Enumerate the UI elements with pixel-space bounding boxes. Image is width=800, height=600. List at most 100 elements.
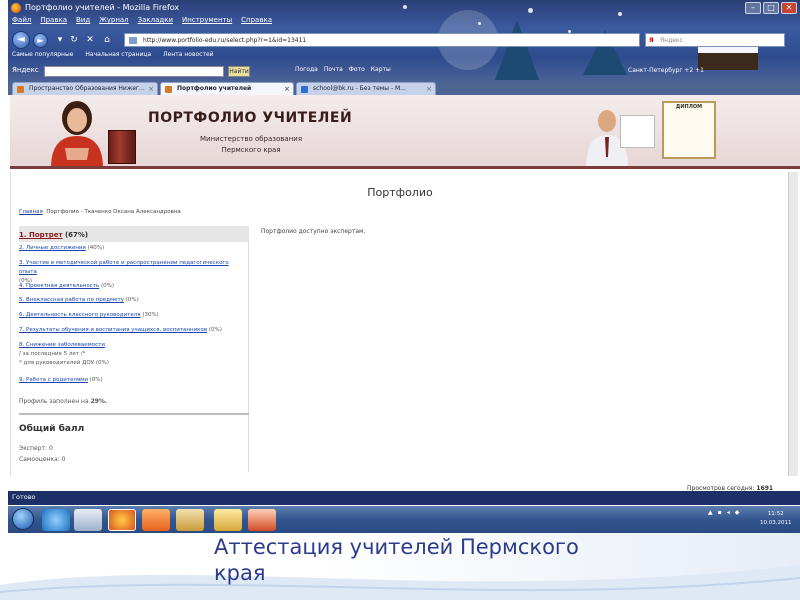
tab-favicon-icon [165, 86, 172, 93]
app-icon[interactable] [142, 509, 170, 531]
powerpoint-icon[interactable] [248, 509, 276, 531]
back-button[interactable]: ◄ [12, 31, 30, 49]
history-dropdown-icon[interactable]: ▾ [54, 34, 66, 46]
tool-weather[interactable]: Погода [295, 66, 318, 78]
breadcrumb-home-link[interactable]: Главная [19, 209, 43, 215]
self-score: Самооценка: 0 [19, 456, 66, 463]
section-link[interactable]: 6. Деятельность классного руководителя [19, 312, 141, 318]
section-link[interactable]: 4. Проектная деятельность [19, 283, 99, 289]
section-percent: (0%) [208, 327, 222, 333]
firefox-taskbar-icon[interactable] [108, 509, 136, 531]
menu-tools[interactable]: Инструменты [182, 16, 232, 28]
tab-portfolio[interactable]: Портфолио учителей × [160, 82, 294, 95]
menu-edit[interactable]: Правка [40, 16, 67, 28]
window-title: Портфолио учителей - Mozilla Firefox [25, 3, 180, 12]
menu-help[interactable]: Справка [241, 16, 272, 28]
section-link[interactable]: 8. Снижение заболеваемости [19, 342, 105, 348]
section-link[interactable]: 3. Участие в методической работе и распр… [19, 260, 229, 275]
tab-label: Пространство Образования Нижег... [29, 85, 145, 92]
clock[interactable]: 11:52 10.03.2011 [760, 510, 792, 528]
section-link[interactable]: 7. Результаты обучения и воспитания учащ… [19, 327, 207, 333]
section-percent: (0%) [100, 283, 114, 289]
section-item: 4. Проектная деятельность (0%) [19, 282, 114, 291]
close-tab-icon[interactable]: × [148, 83, 154, 95]
start-button[interactable] [12, 508, 34, 530]
page-title: Портфолио [367, 186, 433, 199]
menu-history[interactable]: Журнал [99, 16, 128, 28]
back-arrow-icon: ◄ [17, 34, 25, 45]
tab-favicon-icon [301, 86, 308, 93]
section-percent: (40%) [87, 245, 105, 251]
slide-caption: Аттестация учителей Пермского края [214, 535, 579, 585]
folder-icon[interactable] [214, 509, 242, 531]
tool-mail[interactable]: Почта [324, 66, 343, 78]
section-percent: (0%) [125, 297, 139, 303]
bookmarks-bar: Самые популярные Начальная страница Лент… [8, 51, 214, 63]
stop-icon[interactable]: ✕ [84, 34, 96, 46]
profile-value: 29%. [90, 398, 108, 405]
ministry-text: Министерство образования [200, 135, 303, 143]
section-link[interactable]: 5. Внеклассная работа по предмету [19, 297, 124, 303]
navigation-bar: ◄ ► ▾ ↻ ✕ ⌂ http://www.portfolio-edu.ru/… [8, 30, 800, 50]
menu-file[interactable]: Файл [12, 16, 31, 28]
snowflake [478, 22, 481, 25]
menu-view[interactable]: Вид [76, 16, 90, 28]
bookmark-news-feed[interactable]: Лента новостей [163, 51, 213, 63]
diploma-text: ДИПЛОМ [675, 104, 703, 110]
close-tab-icon[interactable]: × [284, 83, 290, 95]
tab-mail[interactable]: school@bk.ru - Без темы - М... × [296, 82, 436, 95]
section-item: 9. Работа с родителями (0%) [19, 376, 103, 385]
home-icon[interactable]: ⌂ [101, 34, 113, 46]
section-link[interactable]: 9. Работа с родителями [19, 377, 88, 383]
divider [19, 413, 249, 415]
browser-window: Портфолио учителей - Mozilla Firefox – □… [8, 0, 800, 533]
section-item: 5. Внеклассная работа по предмету (0%) [19, 296, 139, 305]
expert-score: Эксперт: 0 [19, 445, 53, 452]
yandex-logo[interactable]: Яндекс [12, 66, 39, 74]
menu-bar: Файл Правка Вид Журнал Закладки Инструме… [8, 16, 272, 28]
minimize-button[interactable]: – [745, 2, 761, 14]
region-text: Пермского края [221, 146, 281, 154]
paint-icon[interactable] [176, 509, 204, 531]
portfolio-sections: 1. Портрет (67%) 2. Личные достижения (4… [19, 226, 249, 472]
section-percent: (0%) [89, 377, 103, 383]
section-item: 2. Личные достижения (40%) [19, 244, 104, 253]
tray-network-icon[interactable]: ▪ [718, 509, 722, 516]
yandex-search-icon: Я [649, 37, 654, 44]
tray-volume-icon[interactable]: ◂ [727, 509, 730, 516]
menu-bookmarks[interactable]: Закладки [138, 16, 173, 28]
tool-photo[interactable]: Фото [349, 66, 365, 78]
section-link[interactable]: 2. Личные достижения [19, 245, 86, 251]
teacher-woman-photo [51, 101, 103, 166]
close-button[interactable]: ✕ [781, 2, 797, 14]
tool-maps[interactable]: Карты [371, 66, 391, 78]
profile-completion: Профиль заполнен на 29%. [19, 397, 107, 406]
explorer-icon[interactable] [74, 509, 102, 531]
section-link-portrait[interactable]: 1. Портрет [19, 231, 63, 239]
ie-icon[interactable] [42, 509, 70, 531]
whiteboard-image [620, 115, 655, 148]
yandex-toolbar: Яндекс Найти Погода Почта Фото Карты Сан… [8, 64, 800, 80]
maximize-button[interactable]: □ [763, 2, 779, 14]
search-input[interactable]: Я Яндекс [645, 33, 785, 47]
url-text: http://www.portfolio-edu.ru/select.php?r… [143, 37, 307, 44]
bookmark-start-page[interactable]: Начальная страница [85, 51, 151, 63]
weather-widget[interactable]: Санкт-Петербург +2 +1 [628, 67, 704, 74]
bookmark-popular[interactable]: Самые популярные [12, 51, 73, 63]
page-scrollbar[interactable] [788, 172, 798, 476]
reload-icon[interactable]: ↻ [68, 34, 80, 46]
yandex-find-button[interactable]: Найти [228, 66, 250, 77]
close-tab-icon[interactable]: × [426, 83, 432, 95]
page-content: Портфолио Главная Портфолио - Ткаченко О… [10, 172, 788, 492]
tray-flag-icon[interactable]: ◆ [735, 509, 740, 516]
section-note: * для руководителей ДОУ (0%) [19, 360, 109, 366]
tab-education-space[interactable]: Пространство Образования Нижег... × [12, 82, 158, 95]
total-score-title: Общий балл [19, 424, 85, 434]
tray-expand-icon[interactable]: ▲ [708, 509, 713, 516]
yandex-search-input[interactable] [44, 66, 224, 77]
banner-title: ПОРТФОЛИО УЧИТЕЛЕЙ [148, 110, 353, 126]
url-field[interactable]: http://www.portfolio-edu.ru/select.php?r… [124, 33, 640, 47]
section-item: 8. Снижение заболеваемости / за последние… [19, 341, 109, 368]
yandex-tools: Погода Почта Фото Карты [295, 66, 391, 78]
forward-button[interactable]: ► [33, 33, 48, 48]
